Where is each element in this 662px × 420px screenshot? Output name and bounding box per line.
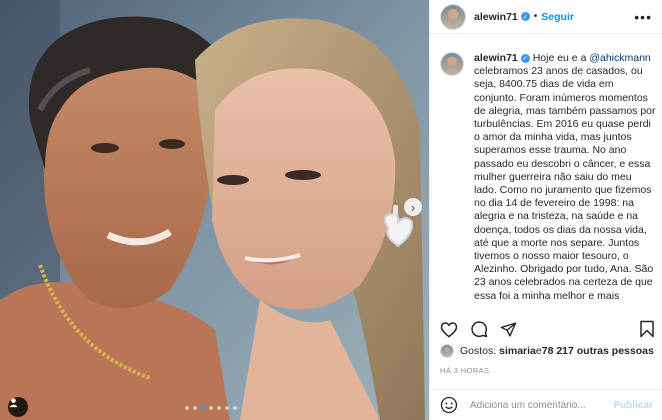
bookmark-icon[interactable]: [639, 320, 655, 338]
couple-photo-image: [0, 0, 429, 420]
caption-text-before: Hoje eu e a: [532, 52, 590, 64]
heart-icon[interactable]: [440, 321, 458, 338]
post-timestamp[interactable]: HÁ 3 HORAS: [440, 366, 489, 375]
action-bar: [440, 318, 655, 340]
chevron-right-icon: ›: [410, 199, 416, 215]
carousel-dot: [209, 406, 213, 410]
carousel-indicator: [185, 406, 237, 410]
comment-input[interactable]: Adiciona um comentário...: [470, 400, 614, 411]
user-tag-icon: [9, 398, 18, 408]
follow-button[interactable]: Seguir: [541, 11, 574, 23]
carousel-dot: [193, 406, 197, 410]
post-caption: alewin71 ✓ Hoje eu e a @ahickmann celebra…: [474, 52, 656, 304]
verified-badge-icon: ✓: [520, 12, 530, 21]
comment-bar: Adiciona um comentário... Publicar: [430, 389, 662, 420]
post-header: alewin71 ✓ • Seguir •••: [430, 0, 662, 34]
carousel-dot: [201, 406, 205, 410]
verified-badge-icon: ✓: [520, 54, 530, 64]
header-separator: •: [533, 11, 538, 22]
username-link[interactable]: alewin71: [474, 11, 518, 23]
carousel-dot: [225, 406, 229, 410]
likes-count-link[interactable]: 78 217 outras pessoas: [542, 345, 654, 357]
paper-plane-icon[interactable]: [500, 321, 517, 338]
post-details-panel: alewin71 ✓ • Seguir ••• alewin71 ✓ Hoje e…: [429, 0, 662, 420]
post-photo[interactable]: ›: [0, 0, 429, 420]
emoji-icon[interactable]: [440, 396, 458, 414]
tagged-users-button[interactable]: [8, 397, 28, 417]
liker-username-link[interactable]: simaria: [499, 345, 536, 357]
caption-avatar[interactable]: [440, 52, 464, 76]
carousel-dot: [185, 406, 189, 410]
carousel-dot: [217, 406, 221, 410]
likes-prefix: Gostos:: [460, 345, 497, 357]
avatar[interactable]: [440, 3, 466, 30]
liker-avatar[interactable]: [440, 344, 454, 358]
likes-summary: Gostos: simaria e 78 217 outras pessoas: [440, 344, 654, 358]
publish-button[interactable]: Publicar: [614, 400, 653, 411]
caption-mention-link[interactable]: @ahickmann: [589, 52, 650, 64]
more-options-button[interactable]: •••: [634, 9, 652, 25]
caption-section: alewin71 ✓ Hoje eu e a @ahickmann celebra…: [440, 52, 656, 304]
next-slide-button[interactable]: ›: [404, 198, 422, 216]
comment-icon[interactable]: [470, 320, 488, 338]
caption-username-link[interactable]: alewin71: [474, 52, 518, 64]
carousel-dot: [233, 406, 237, 410]
caption-text-after: celebramos 23 anos de casados, ou seja, …: [474, 65, 656, 302]
